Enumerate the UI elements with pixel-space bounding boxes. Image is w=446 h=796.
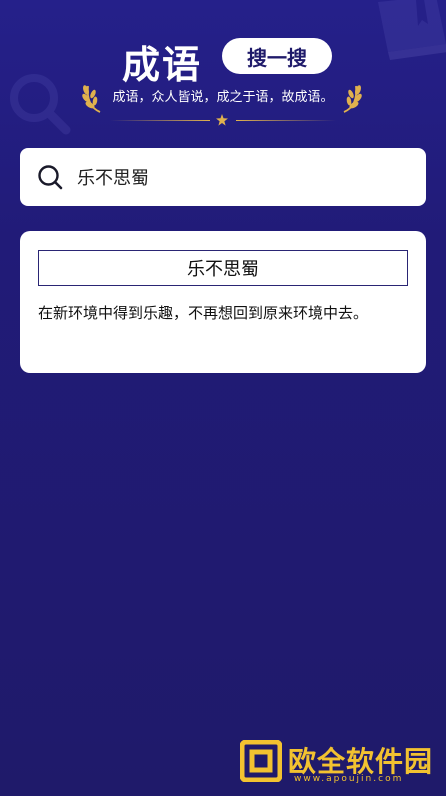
idiom-definition: 在新环境中得到乐趣，不再想回到原来环境中去。 [38,304,369,322]
watermark-logo-icon [240,740,282,782]
header: 成语 搜一搜 成语，众人皆说，成之于语，故成语。 [0,30,446,126]
search-bar[interactable] [20,148,426,206]
header-divider [110,114,336,126]
idiom-title: 乐不思蜀 [38,250,408,286]
watermark: 欧全软件园 www.apoujin.com [240,738,440,788]
search-input[interactable] [77,166,397,188]
subtitle-row: 成语，众人皆说，成之于语，故成语。 [0,80,446,114]
laurel-right-icon [343,85,362,113]
subtitle: 成语，众人皆说，成之于语，故成语。 [112,90,334,105]
laurel-left-icon [82,85,101,113]
search-icon [38,165,63,190]
result-card: 乐不思蜀 在新环境中得到乐趣，不再想回到原来环境中去。 [20,231,426,373]
divider-line-left [110,120,210,121]
search-button[interactable]: 搜一搜 [222,38,332,74]
app-screen: 成语 搜一搜 成语，众人皆说，成之于语，故成语。 乐不思蜀 乐不思蜀 在新环境中… [0,0,446,796]
watermark-url: www.apoujin.com [294,774,404,784]
divider-line-right [236,120,336,121]
star-icon [216,114,228,126]
